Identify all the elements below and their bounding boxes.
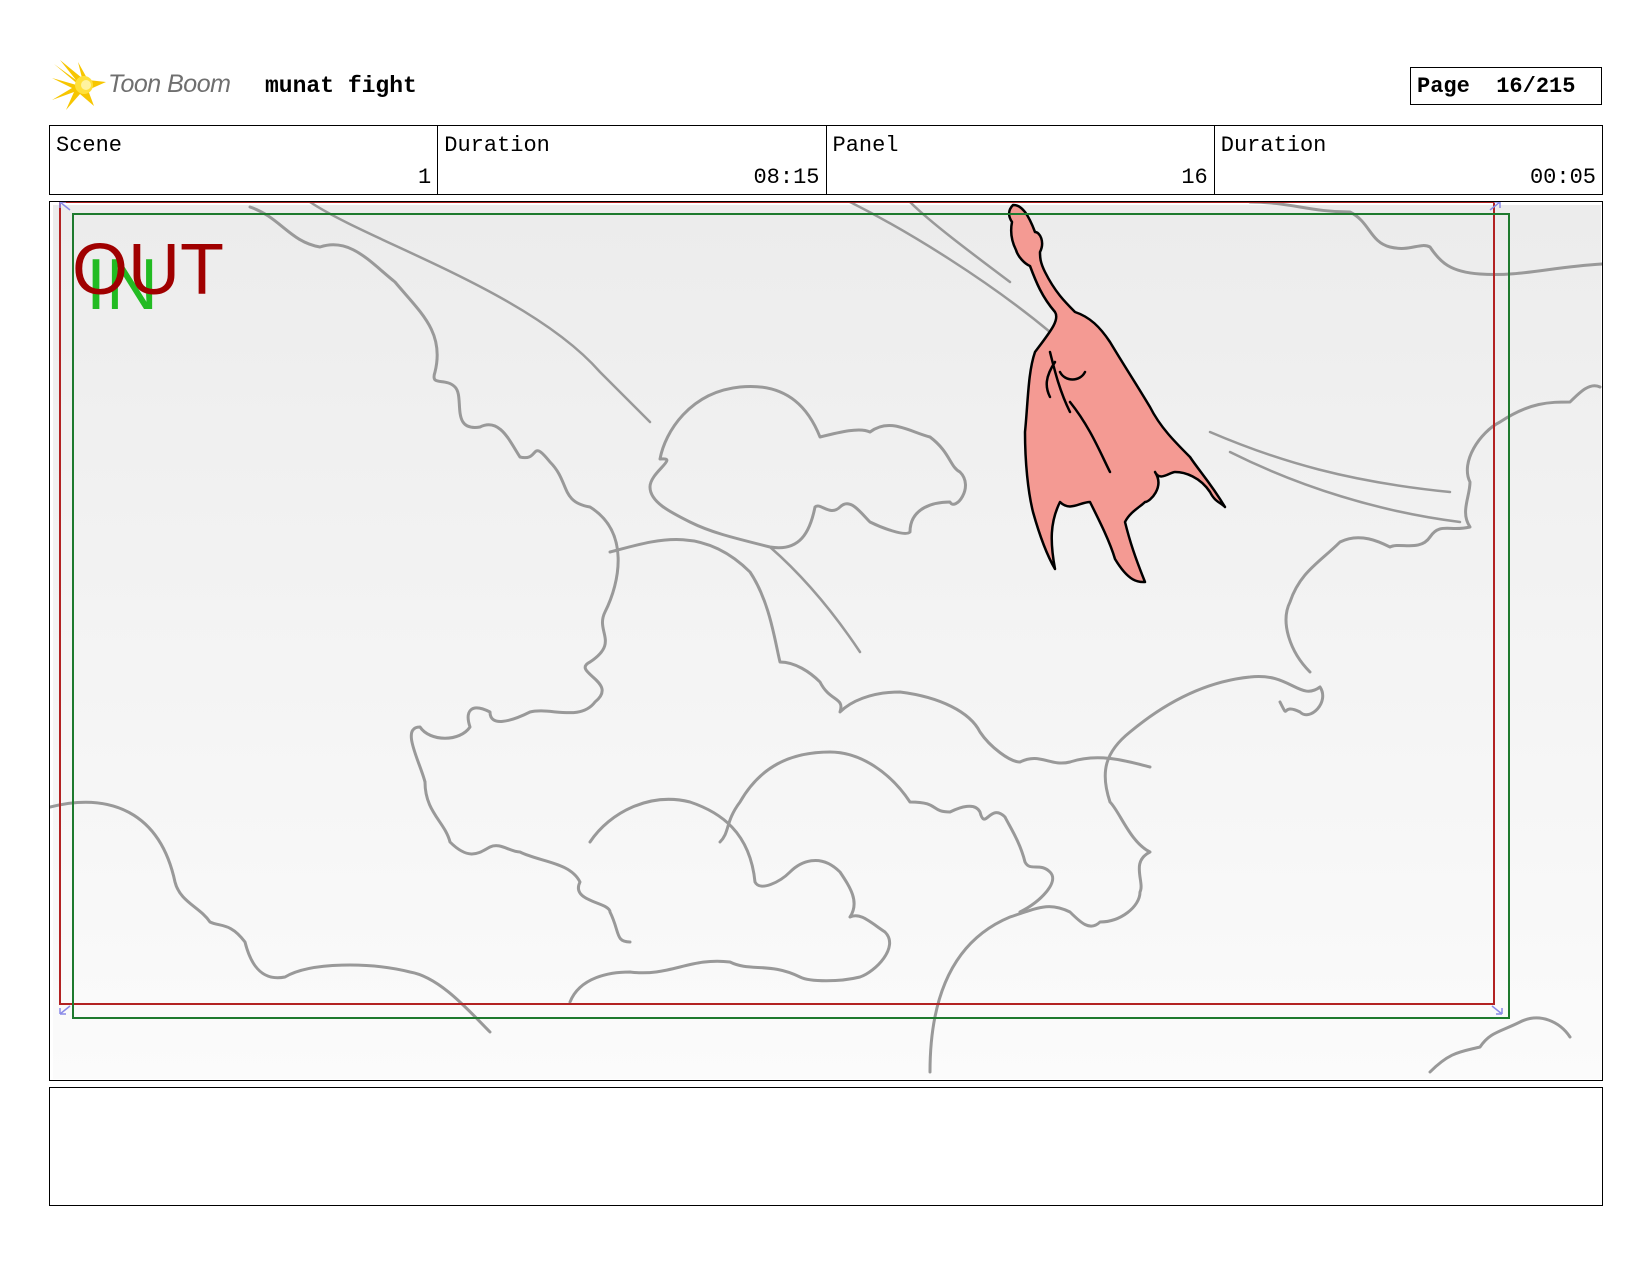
- panel-label: Panel: [832, 133, 899, 158]
- panel-duration-value: 00:05: [1529, 165, 1596, 190]
- scene-value: 1: [418, 165, 432, 190]
- notes-area[interactable]: [49, 1087, 1603, 1206]
- toon-boom-logo: Toon Boom: [52, 58, 252, 114]
- page-label: Page: [1417, 73, 1470, 99]
- storyboard-panel[interactable]: IN OUT: [49, 201, 1603, 1081]
- project-title: munat fight: [265, 73, 417, 99]
- out-label: OUT: [72, 230, 224, 310]
- sky-background: [53, 205, 1601, 1079]
- scene-label: Scene: [56, 133, 123, 158]
- page-indicator: Page 16/215: [1410, 67, 1602, 105]
- scene-cell: Scene 1: [50, 126, 439, 194]
- starburst-icon: [52, 60, 106, 110]
- scene-duration-label: Duration: [444, 133, 550, 158]
- scene-duration-cell: Duration 08:15: [438, 126, 827, 194]
- panel-drawing: IN OUT: [50, 202, 1602, 1079]
- panel-duration-label: Duration: [1220, 133, 1327, 158]
- panel-duration-cell: Duration 00:05: [1215, 126, 1602, 194]
- panel-cell: Panel 16: [827, 126, 1215, 194]
- page-value: 16/215: [1496, 73, 1576, 99]
- scene-duration-value: 08:15: [753, 165, 820, 190]
- info-table: Scene 1 Duration 08:15 Panel 16 Duration…: [49, 125, 1603, 195]
- logo-text: Toon Boom: [108, 70, 231, 98]
- panel-value: 16: [1181, 165, 1208, 190]
